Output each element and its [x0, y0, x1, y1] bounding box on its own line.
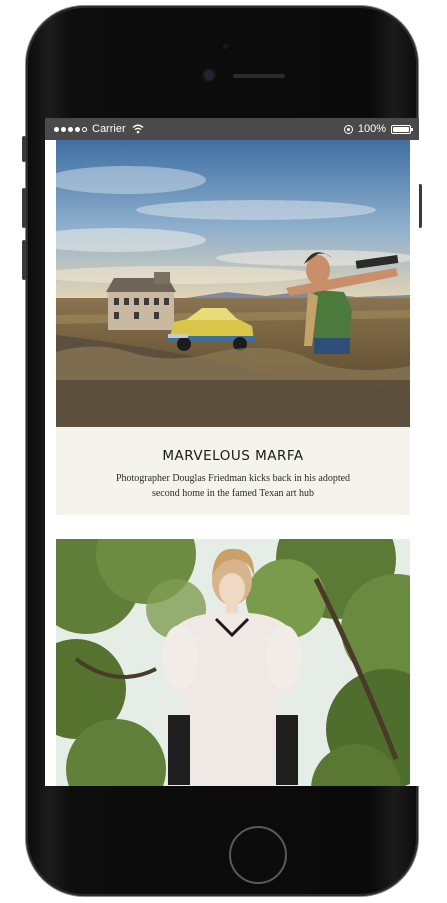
- volume-up-button: [22, 188, 26, 228]
- marfa-photo[interactable]: [56, 140, 410, 427]
- mute-switch: [22, 136, 26, 162]
- signal-icon: [54, 126, 87, 132]
- proximity-sensor: [223, 44, 228, 49]
- carrier-label: Carrier: [92, 123, 126, 135]
- battery-level-fill: [393, 126, 409, 132]
- mansion-illustration: [106, 272, 176, 330]
- volume-down-button: [22, 240, 26, 280]
- article-feed[interactable]: MARVELOUS MARFA Photographer Douglas Fri…: [45, 140, 419, 786]
- home-button[interactable]: [229, 826, 287, 884]
- wifi-icon: [132, 124, 144, 134]
- article-caption[interactable]: MARVELOUS MARFA Photographer Douglas Fri…: [56, 427, 410, 515]
- fashion-photo[interactable]: [56, 539, 410, 786]
- article-title[interactable]: MARVELOUS MARFA: [56, 448, 410, 464]
- article-card-fashion[interactable]: [56, 539, 410, 786]
- battery-icon: [391, 124, 413, 134]
- camera-icon: [204, 70, 214, 80]
- article-subtitle: Photographer Douglas Friedman kicks back…: [115, 473, 351, 499]
- lock-icon: [343, 124, 353, 134]
- status-bar: Carrier 100%: [45, 118, 419, 140]
- phone-screen: Carrier 100% MARVELOUS MARFA Photographe…: [45, 118, 419, 786]
- battery-percentage: 100%: [357, 123, 386, 135]
- earpiece-speaker: [233, 74, 285, 78]
